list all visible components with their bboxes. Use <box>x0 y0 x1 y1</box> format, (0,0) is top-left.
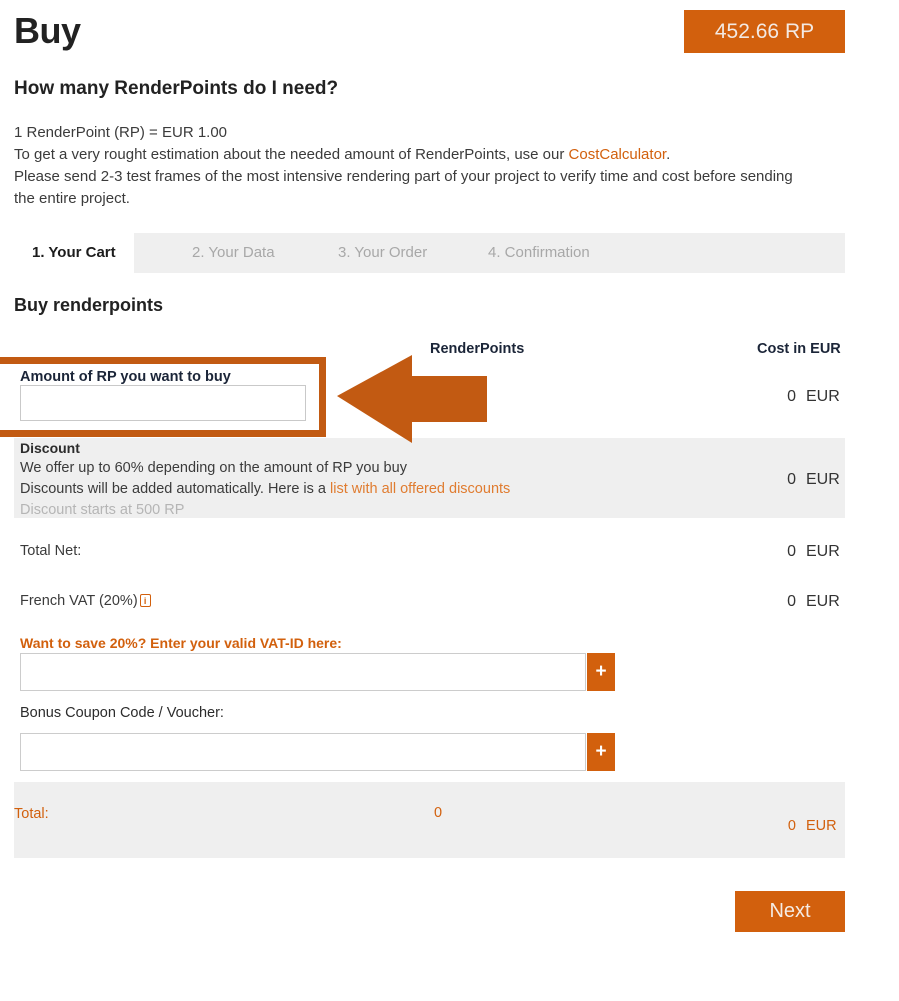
intro-line-2-pre: To get a very rought estimation about th… <box>14 146 569 163</box>
discount-line-1: We offer up to 60% depending on the amou… <box>20 460 407 476</box>
amount-row-cost-value: 0 <box>787 388 796 405</box>
vat-label-text: French VAT (20%) <box>20 593 138 609</box>
page-title: Buy <box>14 10 81 51</box>
column-header-renderpoints: RenderPoints <box>430 341 525 357</box>
checkout-steps-tabbar: 1. Your Cart 2. Your Data 3. Your Order … <box>14 233 845 273</box>
cart-section-title: Buy renderpoints <box>14 295 164 315</box>
discount-line-2: Discounts will be added automatically. H… <box>20 481 510 497</box>
total-net-currency: EUR <box>806 543 840 560</box>
info-icon[interactable]: i <box>139 594 151 607</box>
vat-id-prompt: Want to save 20%? Enter your valid VAT-I… <box>20 635 342 651</box>
discount-row-cost-currency: EUR <box>806 471 840 488</box>
cost-calculator-link[interactable]: CostCalculator <box>569 146 667 163</box>
amount-of-rp-input[interactable] <box>20 385 306 421</box>
total-net-label: Total Net: <box>20 543 82 559</box>
vat-id-submit-button[interactable]: + <box>587 653 615 691</box>
amount-row-cost-currency: EUR <box>806 388 840 405</box>
discount-row-cost-value: 0 <box>787 471 796 488</box>
rp-balance-badge[interactable]: 452.66 RP <box>684 10 845 53</box>
intro-text: 1 RenderPoint (RP) = EUR 1.00 To get a v… <box>14 122 814 210</box>
tab-your-order[interactable]: 3. Your Order <box>320 233 445 273</box>
coupon-code-input[interactable] <box>20 733 586 771</box>
intro-line-2-post: . <box>666 146 671 163</box>
section-subheading: How many RenderPoints do I need? <box>14 78 339 99</box>
total-net-value: 0 <box>787 543 796 560</box>
total-row <box>14 782 845 858</box>
left-arrow-icon <box>337 355 487 443</box>
amount-of-rp-label: Amount of RP you want to buy <box>20 369 231 385</box>
tab-your-data[interactable]: 2. Your Data <box>174 233 293 273</box>
vat-currency: EUR <box>806 593 840 610</box>
discount-line-3: Discount starts at 500 RP <box>20 502 185 518</box>
total-cost-value: 0 <box>787 818 796 834</box>
total-label: Total: <box>14 806 49 822</box>
intro-line-3: Please send 2-3 test frames of the most … <box>14 168 793 207</box>
intro-line-1: 1 RenderPoint (RP) = EUR 1.00 <box>14 124 228 141</box>
coupon-prompt: Bonus Coupon Code / Voucher: <box>20 705 224 721</box>
next-button[interactable]: Next <box>735 891 845 932</box>
column-header-cost: Cost in EUR <box>757 341 841 357</box>
discount-title: Discount <box>20 440 80 456</box>
intro-line-2: To get a very rought estimation about th… <box>14 144 814 166</box>
total-cost-currency: EUR <box>806 818 837 834</box>
buy-renderpoints-page: Buy 452.66 RP How many RenderPoints do I… <box>0 0 899 1001</box>
coupon-submit-button[interactable]: + <box>587 733 615 771</box>
tab-confirmation[interactable]: 4. Confirmation <box>470 233 608 273</box>
vat-id-input[interactable] <box>20 653 586 691</box>
total-renderpoints: 0 <box>434 805 443 821</box>
vat-row: French VAT (20%) i <box>20 593 151 609</box>
discount-list-link[interactable]: list with all offered discounts <box>330 481 510 497</box>
discount-line-2-pre: Discounts will be added automatically. H… <box>20 481 331 497</box>
vat-value: 0 <box>787 593 796 610</box>
tab-your-cart[interactable]: 1. Your Cart <box>14 233 134 273</box>
